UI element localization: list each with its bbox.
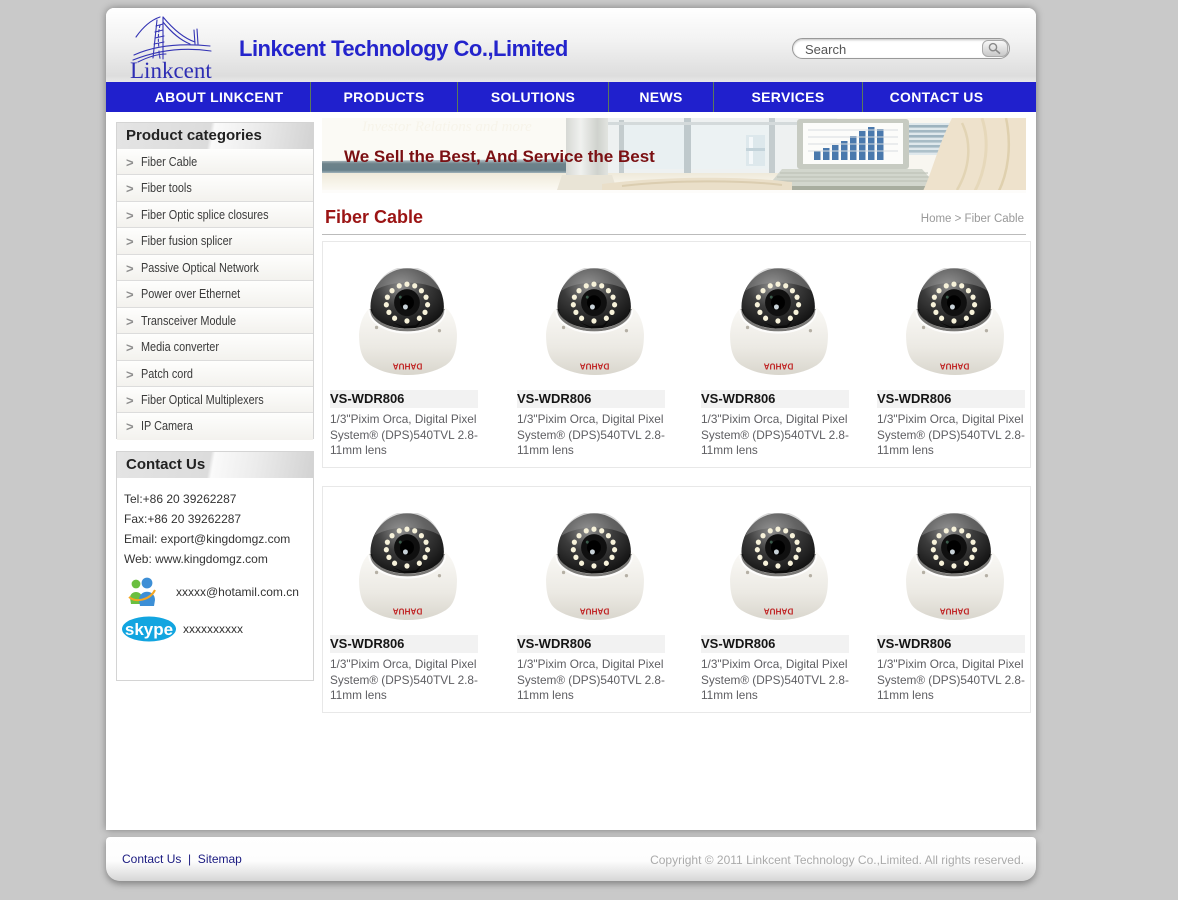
svg-text:skype: skype [125, 620, 173, 639]
svg-text:Investor Relations and more: Investor Relations and more [361, 119, 532, 135]
svg-text:We Sell the Best, And Service: We Sell the Best, And Service the Best [344, 147, 655, 166]
